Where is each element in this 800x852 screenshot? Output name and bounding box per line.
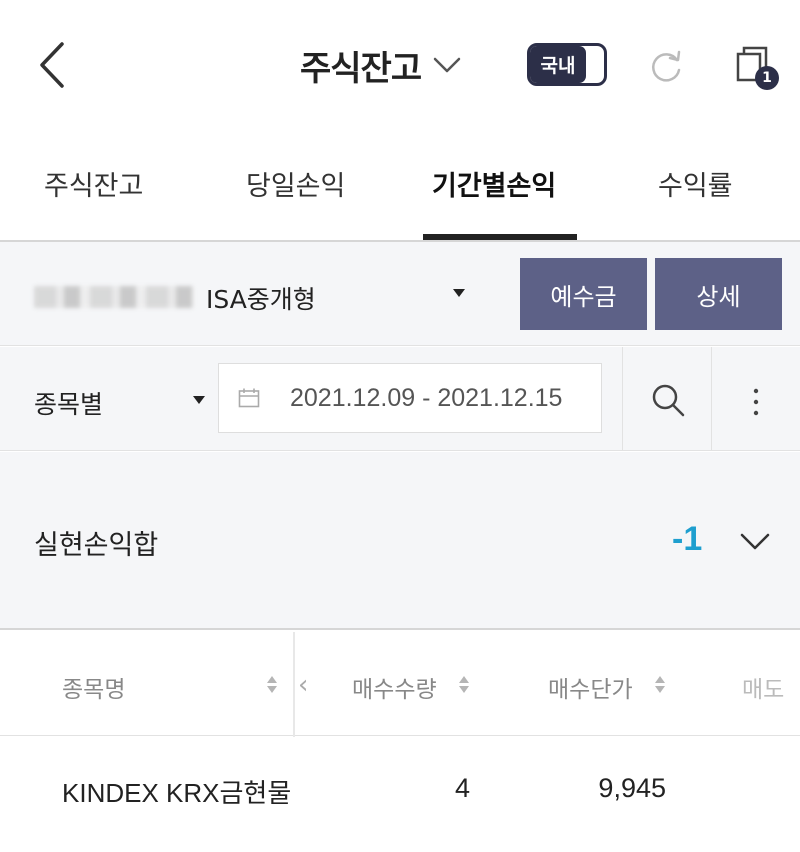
expand-chevron-icon[interactable] xyxy=(740,532,770,552)
column-header-sell-partial[interactable]: 매도 xyxy=(742,670,800,704)
sort-icon[interactable] xyxy=(459,675,469,695)
type-select[interactable]: 종목별 xyxy=(34,385,103,421)
column-header-buy-price[interactable]: 매수단가 xyxy=(548,670,633,704)
tab-return-rate[interactable]: 수익률 xyxy=(658,164,733,204)
realized-pnl-value: -1 xyxy=(672,520,703,558)
app-header: 주식잔고 국내 1 xyxy=(0,0,800,130)
page-title: 주식잔고 xyxy=(300,48,422,89)
chevron-down-icon xyxy=(433,57,461,73)
calendar-icon xyxy=(238,388,260,408)
window-count-badge: 1 xyxy=(755,66,779,90)
stock-name-cell: KINDEX KRX금현물 xyxy=(62,778,292,808)
toggle-label: 국내 xyxy=(530,46,586,83)
buy-price-cell: 9,945 xyxy=(598,773,666,803)
column-header-name[interactable]: 종목명 xyxy=(62,670,125,704)
tab-stock-balance[interactable]: 주식잔고 xyxy=(44,164,143,204)
active-tab-indicator xyxy=(423,234,577,240)
column-header-buy-qty[interactable]: 매수수량 xyxy=(352,670,437,704)
date-range-text: 2021.12.09 - 2021.12.15 xyxy=(290,384,563,412)
back-arrow-icon[interactable] xyxy=(34,40,74,90)
detail-button[interactable]: 상세 xyxy=(655,258,782,330)
more-vertical-icon[interactable] xyxy=(752,387,760,417)
caret-down-icon[interactable] xyxy=(453,289,465,297)
title-dropdown[interactable]: 주식잔고 xyxy=(300,40,461,90)
caret-down-icon[interactable] xyxy=(193,396,205,404)
tab-daily-pnl[interactable]: 당일손익 xyxy=(246,164,345,204)
sort-icon[interactable] xyxy=(655,675,665,695)
deposit-button[interactable]: 예수금 xyxy=(520,258,647,330)
buy-qty-cell: 4 xyxy=(454,773,470,803)
tab-period-pnl[interactable]: 기간별손익 xyxy=(432,164,556,204)
summary-label: 실현손익합 xyxy=(34,530,159,561)
masked-account-number xyxy=(34,286,194,308)
scroll-left-chevron-icon[interactable]: ‹ xyxy=(298,670,308,700)
domestic-toggle[interactable]: 국내 xyxy=(527,43,607,86)
refresh-icon[interactable] xyxy=(646,46,686,86)
search-icon[interactable] xyxy=(651,383,685,417)
tab-bar: 주식잔고 당일손익 기간별손익 수익률 xyxy=(0,130,800,242)
sort-icon[interactable] xyxy=(267,675,277,695)
account-select[interactable]: ISA중개형 xyxy=(206,280,316,316)
